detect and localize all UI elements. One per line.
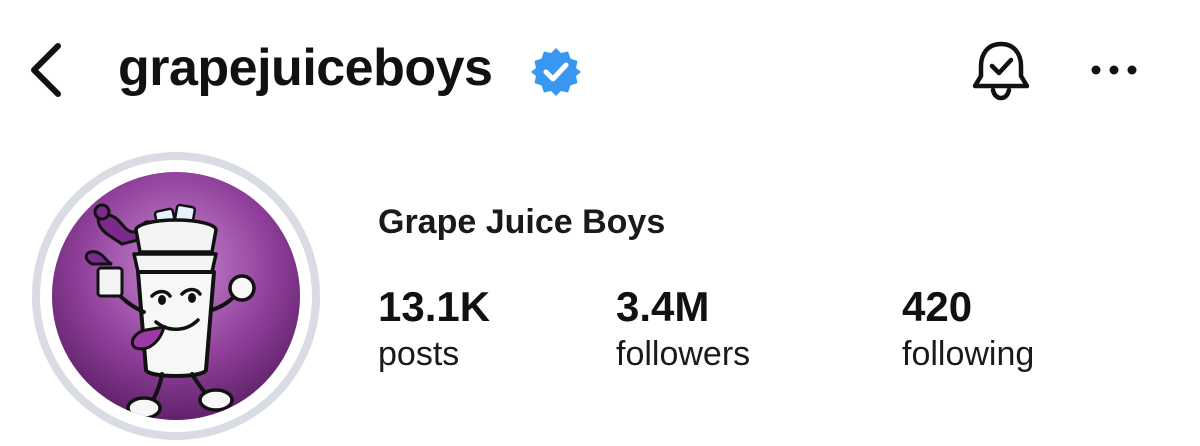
- verified-badge-icon: [531, 48, 581, 96]
- stat-following-value: 420: [902, 283, 973, 330]
- stat-following[interactable]: 420 following: [902, 282, 1034, 376]
- profile-username: grapejuiceboys: [118, 39, 493, 97]
- grape-juice-cup-mascot-icon: [52, 172, 300, 420]
- back-button[interactable]: [22, 38, 74, 102]
- verified-badge: [530, 46, 582, 98]
- stat-followers[interactable]: 3.4M followers: [616, 282, 750, 376]
- stat-followers-value: 3.4M: [616, 283, 710, 330]
- stat-posts[interactable]: 13.1K posts: [378, 282, 490, 376]
- profile-display-name: Grape Juice Boys: [378, 203, 666, 241]
- stat-posts-value: 13.1K: [378, 283, 491, 330]
- profile-avatar[interactable]: [52, 172, 300, 420]
- stat-posts-label: posts: [378, 335, 460, 373]
- stat-following-label: following: [902, 335, 1035, 373]
- notification-bell-button[interactable]: [968, 38, 1034, 104]
- more-options-icon: [1091, 65, 1137, 75]
- notification-bell-icon: [972, 41, 1030, 101]
- more-options-button[interactable]: [1084, 52, 1144, 88]
- back-chevron-icon: [31, 43, 61, 97]
- stat-followers-label: followers: [616, 335, 751, 373]
